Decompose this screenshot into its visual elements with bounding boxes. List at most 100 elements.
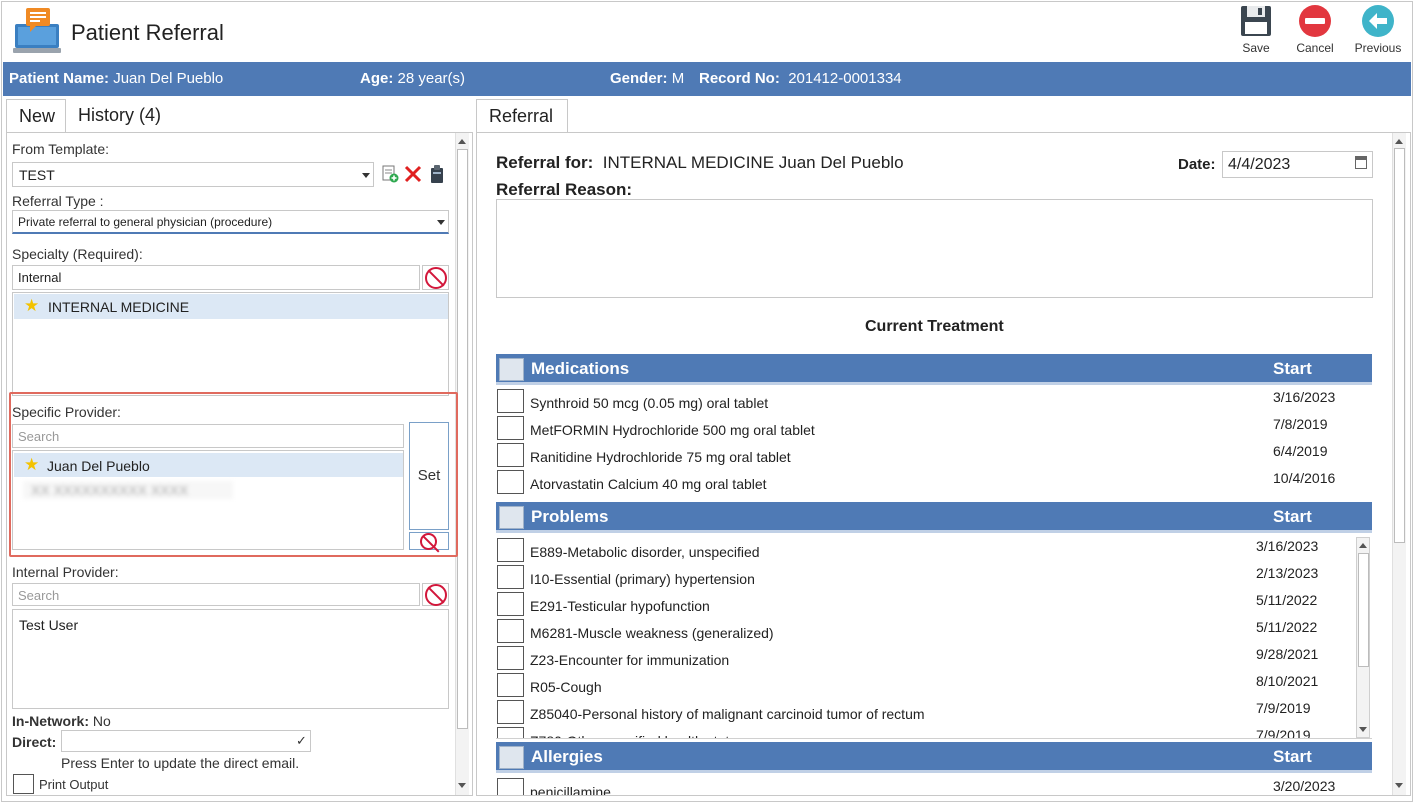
problems-row[interactable]: M6281-Muscle weakness (generalized) 5/11/… — [496, 618, 1356, 644]
problems-name: Z780-Other specified health status — [530, 733, 744, 738]
print-output-checkbox[interactable] — [13, 774, 34, 794]
referral-reason-label: Referral Reason: — [496, 180, 633, 199]
scroll-down-icon[interactable] — [1395, 783, 1403, 788]
problems-start-date: 5/11/2022 — [1256, 592, 1318, 608]
problems-row[interactable]: Z780-Other specified health status 7/9/20… — [496, 726, 1356, 738]
problems-checkbox[interactable] — [497, 592, 524, 616]
tab-history[interactable]: History (4) — [66, 99, 176, 133]
allergies-select-all-checkbox[interactable] — [499, 746, 524, 769]
scroll-up-icon[interactable] — [1359, 543, 1367, 548]
list-item[interactable]: Test User — [19, 617, 78, 633]
tab-new[interactable]: New — [6, 99, 66, 133]
date-picker[interactable]: 4/4/2023 — [1222, 151, 1373, 178]
problems-row[interactable]: Z23-Encounter for immunization 9/28/2021 — [496, 645, 1356, 671]
save-label: Save — [1242, 41, 1270, 55]
allergies-row[interactable]: penicillamine 3/20/2023 — [496, 777, 1356, 795]
cancel-button[interactable]: Cancel — [1287, 4, 1343, 55]
specialty-input[interactable]: Internal — [12, 265, 420, 290]
prohibited-icon — [425, 267, 447, 289]
patient-gender: Gender: M — [610, 70, 685, 87]
scroll-thumb[interactable] — [1394, 148, 1405, 543]
patient-name: Patient Name: Juan Del Pueblo — [9, 70, 224, 87]
scroll-down-icon[interactable] — [458, 783, 466, 788]
referral-type-value: Private referral to general physician (p… — [18, 215, 273, 229]
problems-checkbox[interactable] — [497, 538, 524, 562]
cancel-label: Cancel — [1296, 41, 1334, 55]
internal-provider-list[interactable]: Test User — [12, 609, 449, 709]
allergies-checkbox[interactable] — [497, 778, 524, 795]
specialty-list[interactable]: ★ INTERNAL MEDICINE — [12, 292, 449, 396]
problems-checkbox[interactable] — [497, 700, 524, 724]
scroll-thumb[interactable] — [457, 149, 468, 729]
allergies-start-date: 3/20/2023 — [1273, 778, 1336, 794]
current-treatment-label: Current Treatment — [865, 318, 1004, 335]
prohibited-icon — [425, 584, 447, 606]
medications-row[interactable]: MetFORMIN Hydrochloride 500 mg oral tabl… — [496, 415, 1356, 441]
problems-start-date: 8/10/2021 — [1256, 673, 1319, 689]
medications-row[interactable]: Atorvastatin Calcium 40 mg oral tablet 10… — [496, 469, 1356, 495]
tab-referral[interactable]: Referral — [476, 99, 568, 133]
internal-provider-label: Internal Provider: — [12, 564, 119, 580]
problems-checkbox[interactable] — [497, 673, 524, 697]
problems-name: Z85040-Personal history of malignant car… — [530, 706, 925, 722]
problems-checkbox[interactable] — [497, 727, 524, 738]
medications-select-all-checkbox[interactable] — [499, 358, 524, 381]
medications-header: Medications Start — [496, 354, 1372, 385]
medications-start-date: 6/4/2019 — [1273, 443, 1328, 459]
problems-checkbox[interactable] — [497, 565, 524, 589]
medications-name: Ranitidine Hydrochloride 75 mg oral tabl… — [530, 449, 791, 465]
problems-start-date: 3/16/2023 — [1256, 538, 1319, 554]
template-value: TEST — [19, 167, 55, 183]
medications-row[interactable]: Ranitidine Hydrochloride 75 mg oral tabl… — [496, 442, 1356, 468]
problems-header: Problems Start — [496, 502, 1372, 533]
medications-start-date: 3/16/2023 — [1273, 389, 1336, 405]
clear-specialty-button[interactable] — [422, 265, 449, 290]
problems-list[interactable]: E889-Metabolic disorder, unspecified 3/16… — [496, 536, 1372, 739]
patient-age: Age: 28 year(s) — [360, 70, 466, 87]
problems-row[interactable]: I10-Essential (primary) hypertension 2/13… — [496, 564, 1356, 590]
clipboard-icon[interactable] — [430, 164, 444, 184]
problems-row[interactable]: R05-Cough 8/10/2021 — [496, 672, 1356, 698]
problems-checkbox[interactable] — [497, 646, 524, 670]
calendar-icon[interactable] — [1355, 156, 1367, 169]
delete-template-icon[interactable] — [404, 165, 422, 183]
internal-provider-search[interactable]: Search — [12, 583, 420, 606]
referral-reason-input[interactable] — [496, 199, 1373, 298]
right-scrollbar[interactable] — [1392, 133, 1406, 795]
problems-row[interactable]: E889-Metabolic disorder, unspecified 3/16… — [496, 537, 1356, 563]
medications-checkbox[interactable] — [497, 416, 524, 440]
medications-row[interactable]: Synthroid 50 mcg (0.05 mg) oral tablet 3/… — [496, 388, 1356, 414]
referral-type-select[interactable]: Private referral to general physician (p… — [12, 210, 449, 234]
chevron-down-icon — [437, 220, 445, 225]
medications-checkbox[interactable] — [497, 443, 524, 467]
scroll-up-icon[interactable] — [458, 139, 466, 144]
direct-hint: Press Enter to update the direct email. — [61, 755, 300, 771]
previous-button[interactable]: Previous — [1350, 4, 1406, 55]
direct-email-input[interactable]: ✓ — [61, 730, 311, 752]
template-select[interactable]: TEST — [12, 162, 374, 187]
clear-internal-provider-button[interactable] — [422, 583, 449, 606]
problems-start-date: 7/9/2019 — [1256, 700, 1311, 716]
referral-for: Referral for: INTERNAL MEDICINE Juan Del… — [496, 153, 904, 172]
problems-scrollbar[interactable] — [1356, 537, 1370, 738]
list-item[interactable]: ★ INTERNAL MEDICINE — [14, 294, 448, 319]
scroll-up-icon[interactable] — [1395, 139, 1403, 144]
medications-start-date: 7/8/2019 — [1273, 416, 1328, 432]
medications-checkbox[interactable] — [497, 470, 524, 494]
medications-name: MetFORMIN Hydrochloride 500 mg oral tabl… — [530, 422, 815, 438]
save-button[interactable]: Save — [1228, 4, 1284, 55]
scroll-thumb[interactable] — [1358, 553, 1369, 667]
problems-name: I10-Essential (primary) hypertension — [530, 571, 755, 587]
medications-name: Synthroid 50 mcg (0.05 mg) oral tablet — [530, 395, 769, 411]
add-template-icon[interactable] — [381, 165, 399, 183]
scroll-down-icon[interactable] — [1359, 727, 1367, 732]
problems-row[interactable]: E291-Testicular hypofunction 5/11/2022 — [496, 591, 1356, 617]
medications-checkbox[interactable] — [497, 389, 524, 413]
check-icon: ✓ — [296, 733, 307, 748]
problems-checkbox[interactable] — [497, 619, 524, 643]
problems-select-all-checkbox[interactable] — [499, 506, 524, 529]
allergies-list[interactable]: penicillamine 3/20/2023 — [496, 776, 1372, 795]
problems-row[interactable]: Z85040-Personal history of malignant car… — [496, 699, 1356, 725]
cancel-icon — [1298, 4, 1332, 38]
medications-name: Atorvastatin Calcium 40 mg oral tablet — [530, 476, 767, 492]
